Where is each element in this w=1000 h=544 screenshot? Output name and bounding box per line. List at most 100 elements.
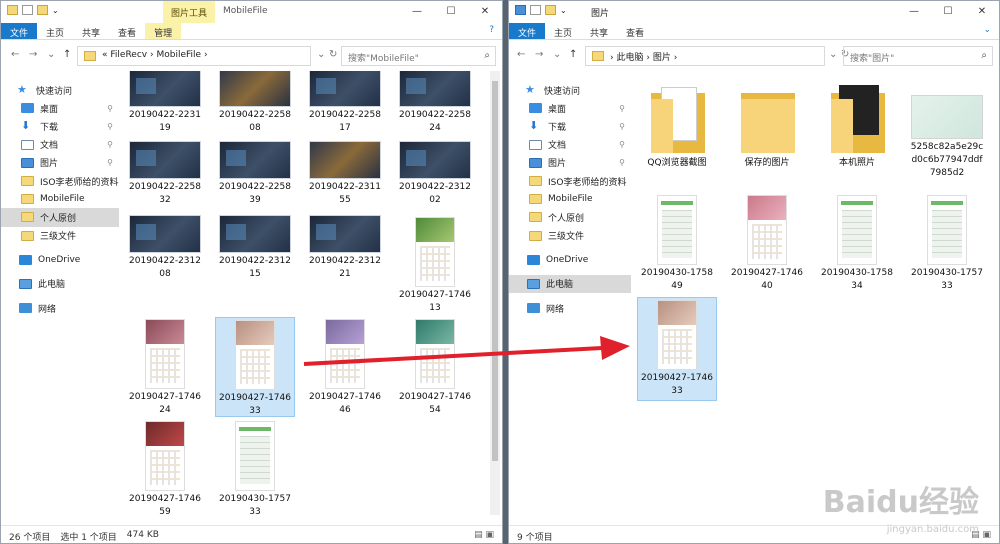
- file-item[interactable]: 20190427-1746 13: [395, 215, 475, 315]
- nav-item[interactable]: ★ 快速访问: [509, 81, 631, 99]
- file-item[interactable]: 20190422-2258 39: [215, 141, 295, 211]
- forward-button[interactable]: →: [29, 49, 37, 60]
- file-item[interactable]: 20190430-1758 49: [637, 193, 717, 293]
- ribbon-expand-icon[interactable]: ⌄: [975, 23, 999, 39]
- search-icon[interactable]: ⌕: [484, 50, 490, 61]
- nav-item[interactable]: 图片 ⚲: [509, 154, 631, 172]
- properties-icon[interactable]: [22, 5, 33, 15]
- file-item[interactable]: QQ浏览器截图: [637, 81, 717, 191]
- breadcrumb-separator[interactable]: ›: [204, 50, 208, 60]
- breadcrumb-separator[interactable]: ›: [674, 53, 678, 63]
- breadcrumb-mobilefile[interactable]: MobileFile: [156, 50, 201, 60]
- file-item[interactable]: 20190427-1746 33: [637, 297, 717, 401]
- file-item[interactable]: 20190427-1746 40: [727, 193, 807, 293]
- nav-item[interactable]: 三级文件: [1, 227, 119, 245]
- file-item[interactable]: 20190422-2312 15: [215, 215, 295, 315]
- address-dropdown-button[interactable]: ⌄: [317, 49, 325, 60]
- search-input[interactable]: 搜索"MobileFile" ⌕: [341, 46, 496, 66]
- search-input[interactable]: 搜索"图片" ⌕: [843, 46, 993, 66]
- minimize-button[interactable]: —: [897, 1, 931, 23]
- help-icon[interactable]: ?: [481, 23, 502, 39]
- vertical-scrollbar[interactable]: [490, 71, 500, 515]
- pin-icon[interactable]: ⚲: [619, 140, 625, 149]
- nav-item[interactable]: 三级文件: [509, 227, 631, 245]
- nav-item[interactable]: MobileFile: [1, 190, 119, 208]
- search-icon[interactable]: ⌕: [981, 50, 987, 61]
- nav-item[interactable]: 图片 ⚲: [1, 154, 119, 172]
- pin-icon[interactable]: ⚲: [619, 104, 625, 113]
- file-item[interactable]: 20190427-1746 59: [125, 419, 205, 515]
- breadcrumb-pictures[interactable]: 图片: [653, 53, 671, 63]
- chevron-down-icon[interactable]: ⌄: [560, 6, 567, 15]
- nav-item[interactable]: 桌面 ⚲: [1, 99, 119, 117]
- title-bar[interactable]: ⌄ 图片工具 MobileFile — ☐ ✕: [1, 1, 502, 23]
- tab-file[interactable]: 文件: [1, 23, 38, 39]
- tab-share[interactable]: 共享: [581, 23, 617, 39]
- tab-view[interactable]: 查看: [617, 23, 653, 39]
- nav-item[interactable]: 此电脑: [509, 274, 631, 294]
- forward-button[interactable]: →: [535, 49, 543, 60]
- view-toggle-icon[interactable]: ▤ ▣: [474, 530, 494, 540]
- nav-item[interactable]: 此电脑: [1, 275, 119, 293]
- back-button[interactable]: ←: [11, 49, 19, 60]
- picture-tools-tab[interactable]: 图片工具: [163, 1, 216, 23]
- file-item[interactable]: 20190427-1746 33: [215, 317, 295, 417]
- tab-home[interactable]: 主页: [37, 23, 73, 39]
- pin-icon[interactable]: ⚲: [619, 158, 625, 167]
- breadcrumb-filerecv[interactable]: FileRecv: [110, 50, 147, 60]
- refresh-button[interactable]: ↻: [329, 49, 337, 60]
- back-button[interactable]: ←: [517, 49, 525, 60]
- nav-item[interactable]: OneDrive: [509, 251, 631, 269]
- tab-share[interactable]: 共享: [73, 23, 109, 39]
- nav-item[interactable]: ⬇ 下载 ⚲: [1, 117, 119, 135]
- nav-item[interactable]: 个人原创: [1, 208, 119, 227]
- nav-item[interactable]: 网络: [509, 299, 631, 317]
- nav-item[interactable]: ★ 快速访问: [1, 81, 119, 99]
- new-folder-icon[interactable]: [37, 5, 48, 15]
- file-item[interactable]: 5258c82a5e29c d0c6b77947ddf 7985d2: [907, 81, 987, 191]
- file-item[interactable]: 20190422-2231 19: [125, 71, 205, 139]
- file-item[interactable]: 20190427-1746 24: [125, 317, 205, 417]
- file-item[interactable]: 20190422-2312 02: [395, 141, 475, 211]
- chevron-down-icon[interactable]: ⌄: [52, 6, 59, 15]
- nav-item[interactable]: ⬇ 下载 ⚲: [509, 117, 631, 135]
- recent-locations-button[interactable]: ⌄: [47, 49, 55, 60]
- file-item[interactable]: 20190430-1757 33: [907, 193, 987, 293]
- nav-item[interactable]: ISO李老师给的资料: [509, 172, 631, 190]
- close-button[interactable]: ✕: [468, 1, 502, 23]
- scrollbar-thumb[interactable]: [492, 81, 498, 461]
- breadcrumb-overflow[interactable]: «: [102, 50, 108, 60]
- pin-icon[interactable]: ⚲: [107, 104, 113, 113]
- nav-item[interactable]: OneDrive: [1, 251, 119, 269]
- maximize-button[interactable]: ☐: [434, 1, 468, 23]
- breadcrumb-separator[interactable]: ›: [646, 53, 650, 63]
- nav-item[interactable]: 文档 ⚲: [1, 136, 119, 154]
- address-bar[interactable]: › 此电脑 › 图片 ›: [585, 46, 825, 66]
- nav-item[interactable]: 桌面 ⚲: [509, 99, 631, 117]
- tab-file[interactable]: 文件: [509, 23, 546, 39]
- maximize-button[interactable]: ☐: [931, 1, 965, 23]
- close-button[interactable]: ✕: [965, 1, 999, 23]
- up-button[interactable]: ↑: [63, 49, 71, 60]
- up-button[interactable]: ↑: [569, 49, 577, 60]
- file-item[interactable]: 20190422-2258 32: [125, 141, 205, 211]
- file-item[interactable]: 20190422-2258 24: [395, 71, 475, 139]
- pin-icon[interactable]: ⚲: [107, 140, 113, 149]
- file-item[interactable]: 20190422-2311 55: [305, 141, 385, 211]
- tab-manage[interactable]: 管理: [145, 23, 182, 39]
- nav-item[interactable]: 个人原创: [509, 208, 631, 226]
- address-dropdown-button[interactable]: ⌄: [829, 49, 837, 60]
- pin-icon[interactable]: ⚲: [107, 122, 113, 131]
- minimize-button[interactable]: —: [400, 1, 434, 23]
- nav-item[interactable]: 文档 ⚲: [509, 136, 631, 154]
- pin-icon[interactable]: ⚲: [107, 158, 113, 167]
- pin-icon[interactable]: ⚲: [619, 122, 625, 131]
- file-item[interactable]: 本机照片: [817, 81, 897, 191]
- file-item[interactable]: 20190430-1758 34: [817, 193, 897, 293]
- nav-item[interactable]: ISO李老师给的资料: [1, 172, 119, 190]
- tab-view[interactable]: 查看: [109, 23, 145, 39]
- file-item[interactable]: 20190422-2312 21: [305, 215, 385, 315]
- recent-locations-button[interactable]: ⌄: [553, 49, 561, 60]
- title-bar[interactable]: ⌄ 图片 — ☐ ✕: [509, 1, 999, 23]
- breadcrumb-this-pc[interactable]: 此电脑: [616, 53, 643, 63]
